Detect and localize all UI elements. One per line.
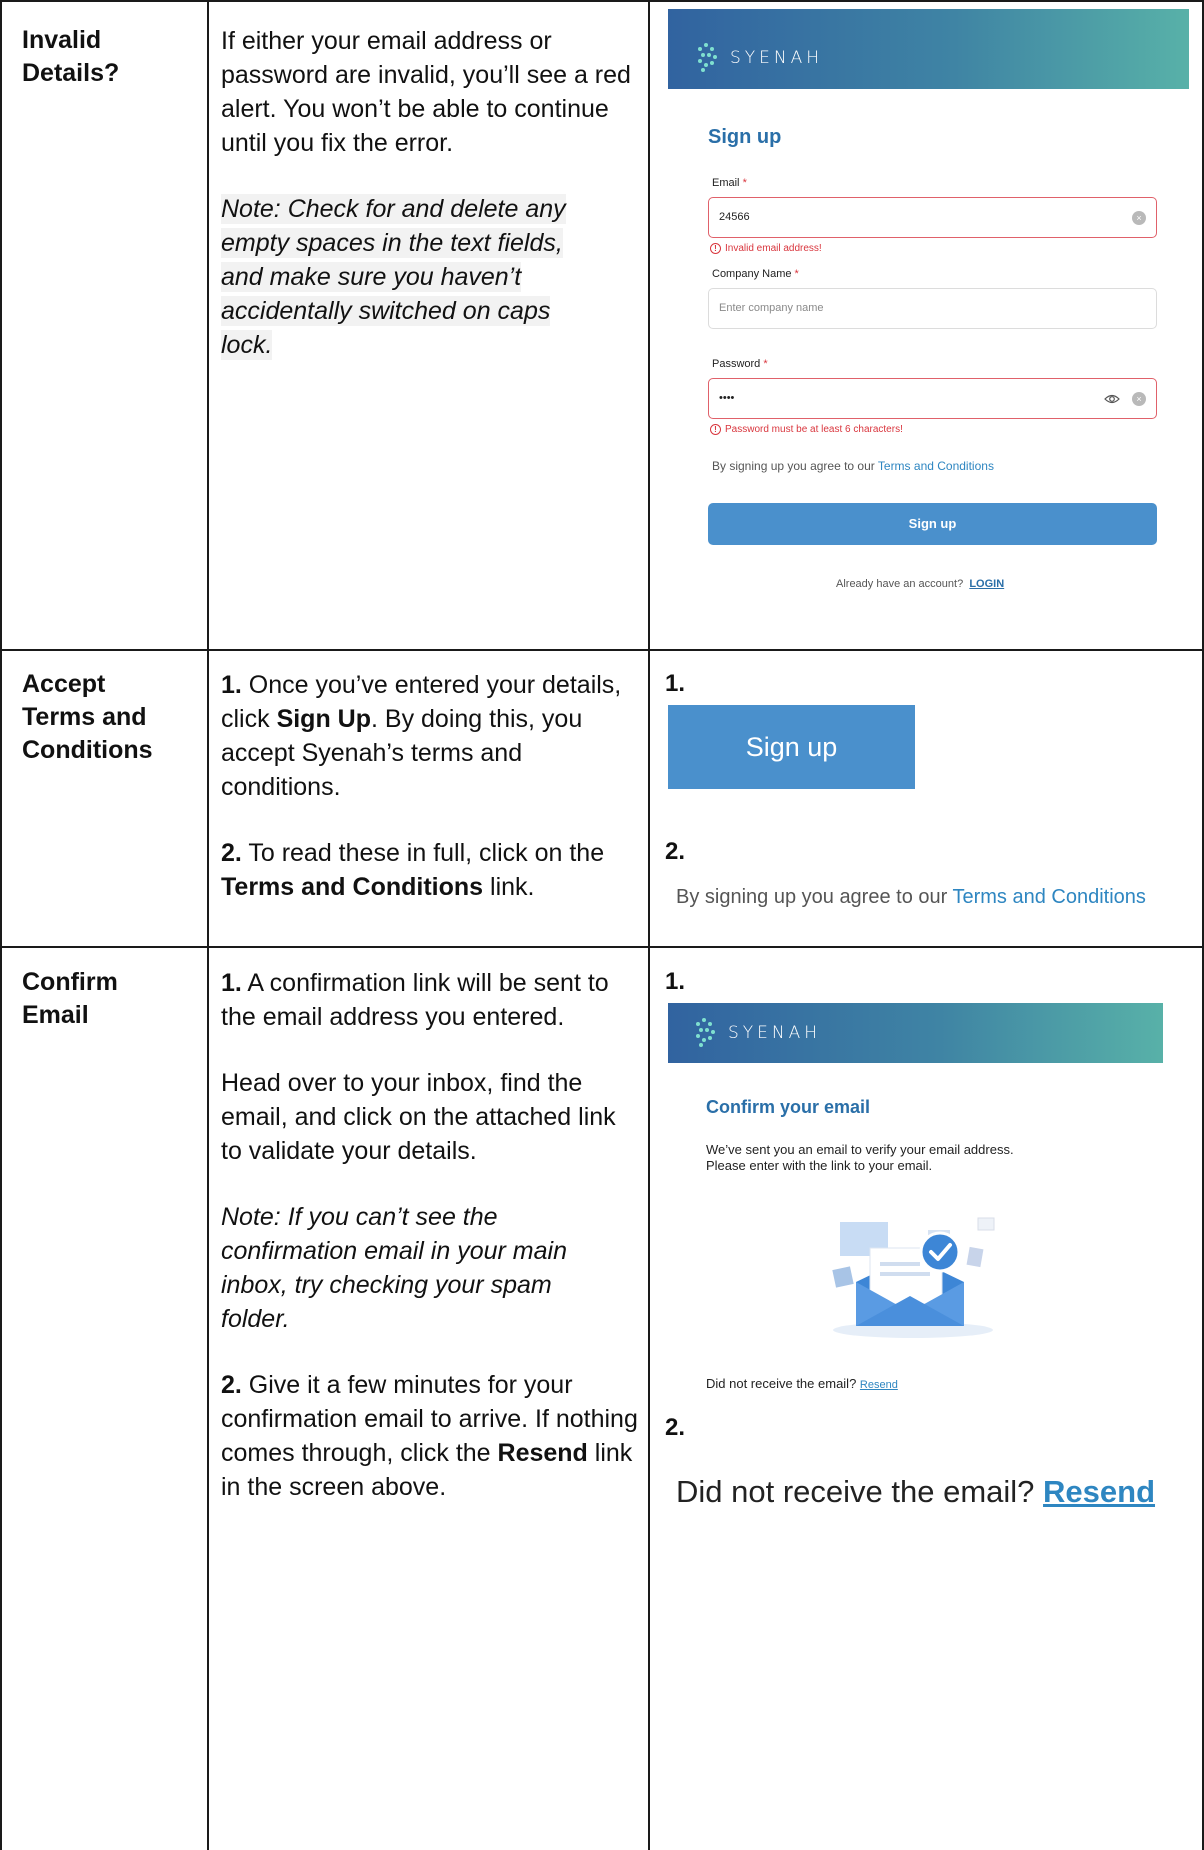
- step2-text: 2. To read these in full, click on the T…: [221, 836, 639, 904]
- syenah-logo-icon: [696, 1018, 720, 1048]
- heading-line: Accept: [22, 670, 106, 698]
- heading-line: Terms and: [22, 703, 147, 731]
- company-placeholder: Enter company name: [719, 302, 824, 314]
- resend-link-large[interactable]: Resend: [1043, 1474, 1155, 1509]
- password-value: ••••: [719, 392, 735, 404]
- heading-line: Email: [22, 1001, 89, 1029]
- not-received-large: Did not receive the email? Resend: [676, 1474, 1155, 1510]
- step-label-2: 2.: [665, 838, 686, 865]
- table-divider-row1: [0, 649, 1204, 651]
- step1-text: 1. A confirmation link will be sent to t…: [221, 966, 639, 1034]
- password-error-text: Password must be at least 6 characters!: [725, 424, 903, 435]
- password-label: Password *: [712, 358, 768, 370]
- required-mark: *: [763, 358, 768, 370]
- row-body-accept-terms: 1. Once you’ve entered your details, cli…: [221, 668, 639, 904]
- email-value: 24566: [719, 211, 750, 223]
- table-border-top: [0, 0, 1204, 2]
- step-bold: Resend: [497, 1439, 588, 1467]
- instruction-text: If either your email address or password…: [221, 27, 631, 157]
- not-received-text: Did not receive the email?: [706, 1376, 860, 1391]
- syenah-logo-icon: [698, 43, 722, 73]
- step-label-2: 2.: [665, 1414, 686, 1441]
- confirm-message: We’ve sent you an email to verify your e…: [706, 1142, 1014, 1174]
- confirm-line: We’ve sent you an email to verify your e…: [706, 1142, 1014, 1157]
- step-text: To read these in full, click on the: [241, 839, 605, 867]
- terms-agreement: By signing up you agree to our Terms and…: [712, 459, 994, 473]
- step1-text: 1. Once you’ve entered your details, cli…: [221, 668, 639, 804]
- logo-text: SYENAH: [728, 1023, 822, 1043]
- step-number: 2.: [221, 1371, 242, 1399]
- step2-text: 2. Give it a few minutes for your confir…: [221, 1368, 639, 1504]
- password-error: ! Password must be at least 6 characters…: [710, 424, 903, 435]
- syenah-logo: SYENAH: [696, 1018, 821, 1048]
- row-heading-invalid-details: Invalid Details?: [22, 24, 192, 90]
- terms-link[interactable]: Terms and Conditions: [878, 459, 994, 473]
- step-text: link.: [483, 873, 535, 901]
- error-icon: !: [710, 243, 721, 254]
- terms-agreement-large: By signing up you agree to our Terms and…: [676, 886, 1146, 909]
- table-divider-row2: [0, 946, 1204, 948]
- heading-line: Conditions: [22, 736, 153, 764]
- step-number: 2.: [221, 839, 242, 867]
- note-text: Note: Check for and delete any empty spa…: [221, 194, 566, 360]
- email-error-text: Invalid email address!: [725, 243, 822, 254]
- clear-icon[interactable]: ×: [1132, 392, 1146, 406]
- email-label: Email *: [712, 177, 747, 189]
- heading-line: Confirm: [22, 968, 118, 996]
- confirm-line: Please enter with the link to your email…: [706, 1158, 933, 1173]
- email-envelope-illustration: [832, 1217, 995, 1338]
- table-border-left: [0, 0, 2, 1850]
- row-heading-accept-terms: Accept Terms and Conditions: [22, 668, 192, 767]
- agree-text: By signing up you agree to our: [676, 886, 953, 908]
- row-body-invalid-details: If either your email address or password…: [221, 24, 636, 362]
- step-number: 1.: [221, 969, 242, 997]
- error-icon: !: [710, 424, 721, 435]
- not-received-text: Did not receive the email?: [676, 1474, 1044, 1509]
- table-divider-col1: [207, 0, 209, 1850]
- required-mark: *: [742, 177, 747, 189]
- instruction-text: Head over to your inbox, find the email,…: [221, 1069, 616, 1165]
- step-text: A confirmation link will be sent to the …: [221, 969, 609, 1031]
- terms-link-large[interactable]: Terms and Conditions: [952, 886, 1145, 908]
- eye-icon[interactable]: [1104, 391, 1120, 407]
- already-text: Already have an account?: [836, 578, 964, 590]
- logo-text: SYENAH: [730, 48, 824, 68]
- step-bold: Terms and Conditions: [221, 873, 484, 901]
- clear-icon[interactable]: ×: [1132, 211, 1146, 225]
- step-bold: Sign Up: [276, 705, 371, 733]
- email-error: ! Invalid email address!: [710, 243, 822, 254]
- step-number: 1.: [221, 671, 242, 699]
- note-text: Note: If you can’t see the confirmation …: [221, 1203, 567, 1333]
- already-account: Already have an account? LOGIN: [836, 578, 1004, 590]
- confirm-title: Confirm your email: [706, 1097, 871, 1117]
- company-name-field[interactable]: Enter company name: [708, 288, 1157, 329]
- company-label: Company Name *: [712, 268, 799, 280]
- signup-button-large[interactable]: Sign up: [668, 705, 915, 789]
- step-label-1: 1.: [665, 670, 686, 697]
- signup-title: Sign up: [708, 126, 782, 148]
- email-label-text: Email: [712, 177, 740, 189]
- required-mark: *: [794, 268, 799, 280]
- resend-link[interactable]: Resend: [860, 1379, 898, 1391]
- login-link[interactable]: LOGIN: [969, 578, 1004, 590]
- signup-button[interactable]: Sign up: [708, 503, 1157, 545]
- syenah-logo: SYENAH: [698, 43, 823, 73]
- agree-text: By signing up you agree to our: [712, 459, 878, 473]
- email-field[interactable]: 24566 ×: [708, 197, 1157, 238]
- row-body-confirm-email: 1. A confirmation link will be sent to t…: [221, 966, 639, 1504]
- heading-line: Details?: [22, 59, 120, 87]
- password-label-text: Password: [712, 358, 761, 370]
- company-label-text: Company Name: [712, 268, 792, 280]
- table-divider-col2: [648, 0, 650, 1850]
- step-label-1: 1.: [665, 968, 686, 995]
- password-field[interactable]: •••• ×: [708, 378, 1157, 419]
- row-heading-confirm-email: Confirm Email: [22, 966, 192, 1032]
- heading-line: Invalid: [22, 26, 102, 54]
- not-received-small: Did not receive the email? Resend: [706, 1376, 898, 1391]
